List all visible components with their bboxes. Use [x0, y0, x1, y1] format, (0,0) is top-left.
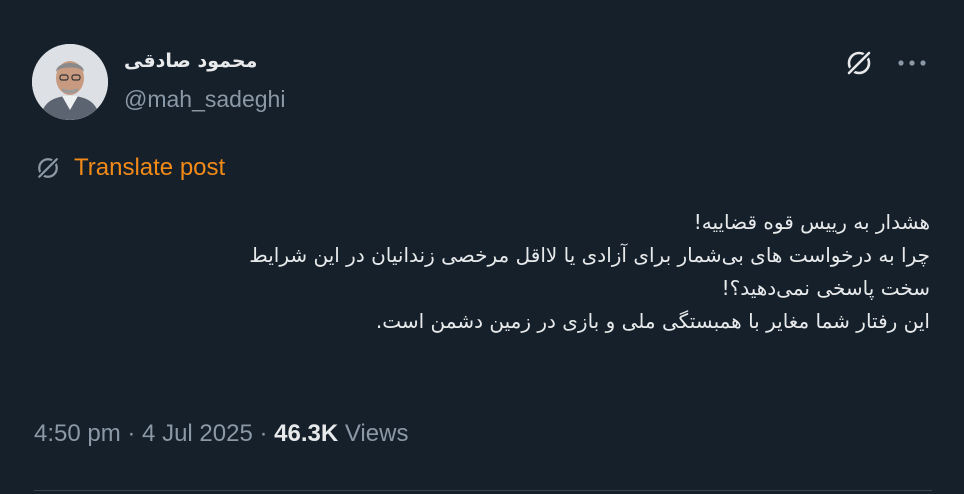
tweet-time[interactable]: 4:50 pm [34, 420, 121, 447]
grok-icon [845, 49, 873, 77]
tweet-line: چرا به درخواست های بی‌شمار برای آزادی یا… [249, 243, 930, 267]
grok-icon [36, 156, 60, 180]
views-count[interactable]: 46.3K [274, 420, 338, 447]
more-options-button[interactable] [892, 46, 932, 80]
divider [34, 490, 932, 491]
author-handle[interactable]: @mah_sadeghi [124, 86, 285, 113]
meta-separator: · [120, 420, 143, 447]
views-label: Views [344, 420, 409, 447]
tweet-date[interactable]: 4 Jul 2025 [142, 420, 253, 447]
translate-post-label: Translate post [74, 154, 226, 181]
author-display-name[interactable]: محمود صادقی [124, 50, 257, 72]
translate-post-button[interactable]: Translate post [34, 152, 225, 184]
avatar[interactable] [32, 44, 108, 120]
more-horizontal-icon [898, 60, 926, 66]
tweet-line: این رفتار شما مغایر با همبستگی ملی و باز… [375, 309, 930, 333]
tweet-meta: 4:50 pm · 4 Jul 2025 · 46.3K Views [34, 420, 408, 448]
meta-separator: · [252, 420, 275, 447]
tweet-line: هشدار به رییس قوه قضاییه! [693, 210, 930, 234]
tweet-line: سخت پاسخی نمی‌دهید؟! [721, 276, 930, 300]
tweet-text: هشدار به رییس قوه قضاییه! چرا به درخواست… [60, 206, 930, 338]
avatar-photo [32, 44, 108, 120]
grok-button[interactable] [842, 46, 876, 80]
